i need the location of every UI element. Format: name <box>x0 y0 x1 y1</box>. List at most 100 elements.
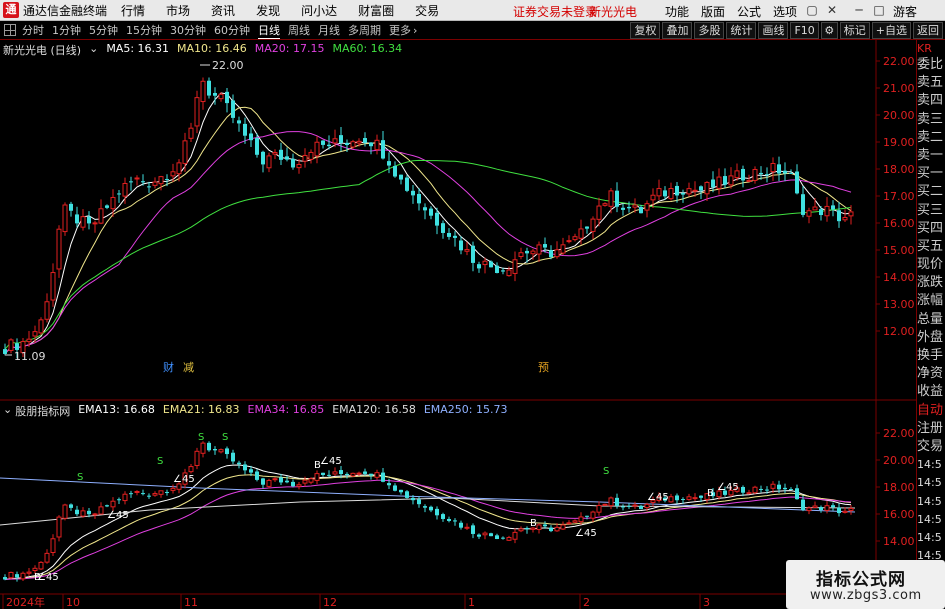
guest-user[interactable]: 游客 <box>893 3 917 20</box>
indicator-candle <box>249 469 253 473</box>
indicator-candle <box>374 472 380 478</box>
period-monthly[interactable]: 月线 <box>318 22 340 38</box>
toolbar-mark[interactable]: 标记 <box>839 22 870 39</box>
period-more[interactable]: 更多 <box>389 22 411 38</box>
candle-body <box>129 181 133 183</box>
toolbar-overlay[interactable]: 叠加 <box>662 22 693 39</box>
period-weekly[interactable]: 周线 <box>288 22 310 38</box>
y-tick-label: 14.00 <box>883 535 915 548</box>
indicator-candle <box>819 507 823 511</box>
period-daily[interactable]: 日线 <box>258 22 280 39</box>
angle-45-signal: ∠45 <box>717 482 739 493</box>
candle-body <box>237 120 241 124</box>
candle-body <box>231 100 235 118</box>
indicator-candle <box>32 567 38 571</box>
menu-options[interactable]: 选项 <box>773 3 797 20</box>
period-30min[interactable]: 30分钟 <box>170 22 206 38</box>
menu-function[interactable]: 功能 <box>665 3 689 20</box>
toolbar-rights-adjust[interactable]: 复权 <box>630 22 661 39</box>
chevron-right-icon[interactable]: › <box>413 24 417 37</box>
minimize-icon[interactable]: ─ <box>850 2 868 18</box>
indicator-candle <box>824 505 830 511</box>
menu-market[interactable]: 市场 <box>166 2 190 19</box>
panel-item: 买三 <box>917 202 944 218</box>
settings-gear-icon[interactable]: ⚙ <box>820 22 838 39</box>
candle-body <box>560 244 566 254</box>
maximize-icon[interactable]: □ <box>870 2 888 18</box>
toolbar-draw-line[interactable]: 画线 <box>758 22 789 39</box>
indicator-candle <box>848 507 854 511</box>
candle-body <box>477 264 481 269</box>
restore-icon[interactable]: ▢ <box>803 2 821 18</box>
candle-body <box>590 218 596 232</box>
indicator-candle <box>105 505 109 507</box>
y-tick-label: 20.00 <box>883 109 915 122</box>
kline-chart[interactable]: SSS SSBBBB∠45∠45∠45∠45∠45∠45∠45 22.0021.0… <box>0 40 916 609</box>
candle-body <box>447 232 451 237</box>
indicator-candle <box>129 493 133 495</box>
indicator-candle <box>69 504 73 508</box>
chevron-down-icon[interactable]: ⌄ <box>89 42 98 58</box>
candle-body <box>668 188 674 200</box>
period-timeshare[interactable]: 分时 <box>22 22 44 38</box>
toolbar-add-watchlist[interactable]: +自选 <box>871 22 911 39</box>
x-tick-label: 3 <box>703 596 710 609</box>
toolbar-f10[interactable]: F10 <box>790 22 819 39</box>
indicator-candle <box>363 471 367 474</box>
panel-register[interactable]: 注册 <box>917 420 945 438</box>
period-60min[interactable]: 60分钟 <box>214 22 250 38</box>
candle-body <box>777 164 781 174</box>
panel-item: 买一 <box>917 166 944 182</box>
candle-body <box>621 207 625 210</box>
period-1min[interactable]: 1分钟 <box>52 22 81 38</box>
candle-body <box>188 127 194 139</box>
candle-body <box>831 205 835 210</box>
toolbar-back[interactable]: 返回 <box>913 22 943 39</box>
candle-body <box>441 223 445 233</box>
period-15min[interactable]: 15分钟 <box>126 22 162 38</box>
panel-trade[interactable]: 交易 <box>917 438 945 456</box>
menu-ask[interactable]: 问小达 <box>301 2 337 19</box>
menu-news[interactable]: 资讯 <box>211 2 235 19</box>
indicator-candle <box>225 448 229 455</box>
period-5min[interactable]: 5分钟 <box>89 22 118 38</box>
menu-trade[interactable]: 交易 <box>415 2 439 19</box>
indicator-candle <box>585 515 589 517</box>
high-price-label: 22.00 <box>212 59 244 72</box>
toolbar-statistics[interactable]: 统计 <box>726 22 757 39</box>
indicator-name[interactable]: 股朋指标网 <box>15 403 70 419</box>
grid-menu-icon[interactable] <box>4 24 16 36</box>
ma60-label: MA60: 16.34 <box>332 42 403 55</box>
login-status[interactable]: 证券交易未登录 <box>513 3 597 20</box>
indicator-candle <box>417 499 421 505</box>
candle-body <box>632 204 638 208</box>
x-tick-label: 2 <box>583 596 590 609</box>
indicator-candle <box>345 473 349 475</box>
candle-body <box>464 249 470 252</box>
indicator-candle <box>399 489 403 493</box>
candle-body <box>158 176 164 185</box>
chevron-down-icon[interactable]: ⌄ <box>3 403 12 419</box>
menu-market-quotes[interactable]: 行情 <box>121 2 145 19</box>
candle-body <box>530 250 536 255</box>
indicator-candle <box>8 571 14 579</box>
candle-body <box>92 222 98 225</box>
ema21-label: EMA21: 16.83 <box>162 403 240 416</box>
menu-wealth-circle[interactable]: 财富圈 <box>358 2 394 19</box>
menu-layout[interactable]: 版面 <box>701 3 725 20</box>
angle-45-signal: ∠45 <box>37 572 59 583</box>
indicator-candle <box>668 496 674 503</box>
menu-discover[interactable]: 发现 <box>256 2 280 19</box>
indicator-candle <box>560 524 566 530</box>
panel-auto[interactable]: 自动 <box>917 402 945 420</box>
indicator-candle <box>200 442 206 454</box>
candle-body <box>170 171 176 177</box>
period-multi[interactable]: 多周期 <box>348 22 381 38</box>
y-tick-label: 20.00 <box>883 454 915 467</box>
menu-formula[interactable]: 公式 <box>737 3 761 20</box>
tick-time: 14:5 <box>917 494 942 508</box>
brand-tag: KR <box>917 42 932 55</box>
candle-body <box>639 206 643 214</box>
close-small-icon[interactable]: ✕ <box>823 2 841 18</box>
toolbar-multi-stock[interactable]: 多股 <box>694 22 725 39</box>
